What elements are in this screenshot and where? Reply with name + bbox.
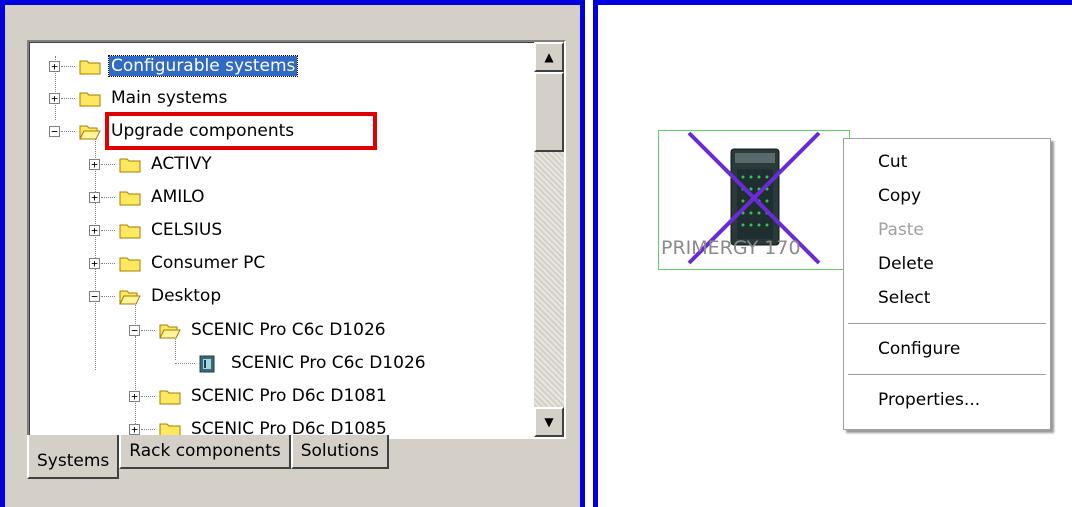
expand-icon[interactable]: +	[129, 424, 140, 435]
collapse-icon[interactable]: −	[129, 325, 140, 336]
tree-item-label: Consumer PC	[151, 253, 266, 273]
tab-solutions[interactable]: Solutions	[290, 435, 389, 469]
folder-icon	[119, 222, 141, 239]
expand-icon[interactable]: +	[89, 225, 100, 236]
tree-item-celsius[interactable]: + CELSIUS	[29, 216, 224, 244]
collapse-icon[interactable]: −	[49, 126, 60, 137]
tree-item-desktop[interactable]: − Desktop	[29, 282, 223, 310]
folder-icon	[159, 388, 181, 405]
expand-icon[interactable]: +	[89, 258, 100, 269]
menu-item-properties[interactable]: Properties...	[844, 383, 1050, 417]
tree-view: + Configurable systems + Main systems − …	[27, 40, 566, 439]
tree-item-label: SCENIC Pro C6c D1026	[191, 320, 386, 340]
folder-icon	[119, 189, 141, 206]
menu-item-select[interactable]: Select	[844, 281, 1050, 315]
scrollbar-thumb[interactable]	[534, 72, 564, 152]
tree-item-label: SCENIC Pro C6c D1026	[231, 353, 426, 373]
vertical-scrollbar[interactable]: ▲ ▼	[534, 42, 564, 437]
tree-item-label: SCENIC Pro D6c D1081	[191, 386, 387, 406]
tree-item-label: Configurable systems	[107, 55, 299, 77]
menu-item-copy[interactable]: Copy	[844, 179, 1050, 213]
menu-separator	[848, 323, 1046, 324]
tree-item-label: ACTIVY	[151, 154, 212, 174]
device-tile[interactable]: PRIMERGY 170	[658, 130, 850, 270]
scroll-down-button[interactable]: ▼	[534, 407, 564, 437]
tree-item-label: Desktop	[151, 286, 222, 306]
folder-icon	[79, 58, 101, 75]
open-folder-icon	[79, 123, 101, 140]
expand-icon[interactable]: +	[89, 192, 100, 203]
tree-item-consumer-pc[interactable]: + Consumer PC	[29, 249, 267, 277]
expand-icon[interactable]: +	[49, 61, 60, 72]
menu-item-cut[interactable]: Cut	[844, 145, 1050, 179]
scroll-up-button[interactable]: ▲	[534, 42, 564, 72]
highlight-annotation	[105, 112, 377, 150]
tree-item-scenic-d6c-d1081[interactable]: + SCENIC Pro D6c D1081	[29, 382, 389, 410]
folder-icon	[119, 156, 141, 173]
context-menu: Cut Copy Paste Delete Select Configure P…	[843, 138, 1051, 430]
tree-item-configurable-systems[interactable]: + Configurable systems	[29, 52, 299, 80]
open-folder-icon	[119, 288, 141, 305]
tree-item-label: Main systems	[111, 88, 228, 108]
menu-item-configure[interactable]: Configure	[844, 332, 1050, 366]
systems-panel: + Configurable systems + Main systems − …	[0, 0, 585, 507]
open-folder-icon	[159, 322, 181, 339]
tab-strip: Systems Rack components Solutions	[27, 435, 389, 485]
tree-item-label: CELSIUS	[151, 220, 223, 240]
expand-icon[interactable]: +	[49, 93, 60, 104]
device-label: PRIMERGY 170	[661, 237, 801, 259]
menu-separator	[848, 374, 1046, 375]
tree-item-activy[interactable]: + ACTIVY	[29, 150, 214, 178]
tree-item-label: AMILO	[151, 187, 205, 207]
expand-icon[interactable]: +	[89, 159, 100, 170]
menu-item-paste[interactable]: Paste	[844, 213, 1050, 247]
collapse-icon[interactable]: −	[89, 291, 100, 302]
tree-item-amilo[interactable]: + AMILO	[29, 183, 207, 211]
tree-item-main-systems[interactable]: + Main systems	[29, 84, 229, 112]
pc-device-icon	[199, 355, 215, 372]
tree-item-scenic-c6c-device[interactable]: SCENIC Pro C6c D1026	[29, 349, 428, 377]
arrow-down-icon: ▼	[544, 415, 554, 429]
folder-icon	[79, 90, 101, 107]
menu-item-delete[interactable]: Delete	[844, 247, 1050, 281]
tab-systems[interactable]: Systems	[27, 435, 120, 479]
folder-icon	[119, 255, 141, 272]
canvas-panel: PRIMERGY 170 Cut Copy Paste Delete Selec…	[593, 0, 1072, 507]
expand-icon[interactable]: +	[129, 391, 140, 402]
tree-item-scenic-c6c-folder[interactable]: − SCENIC Pro C6c D1026	[29, 316, 388, 344]
arrow-up-icon: ▲	[544, 50, 554, 64]
tab-rack-components[interactable]: Rack components	[119, 435, 291, 469]
